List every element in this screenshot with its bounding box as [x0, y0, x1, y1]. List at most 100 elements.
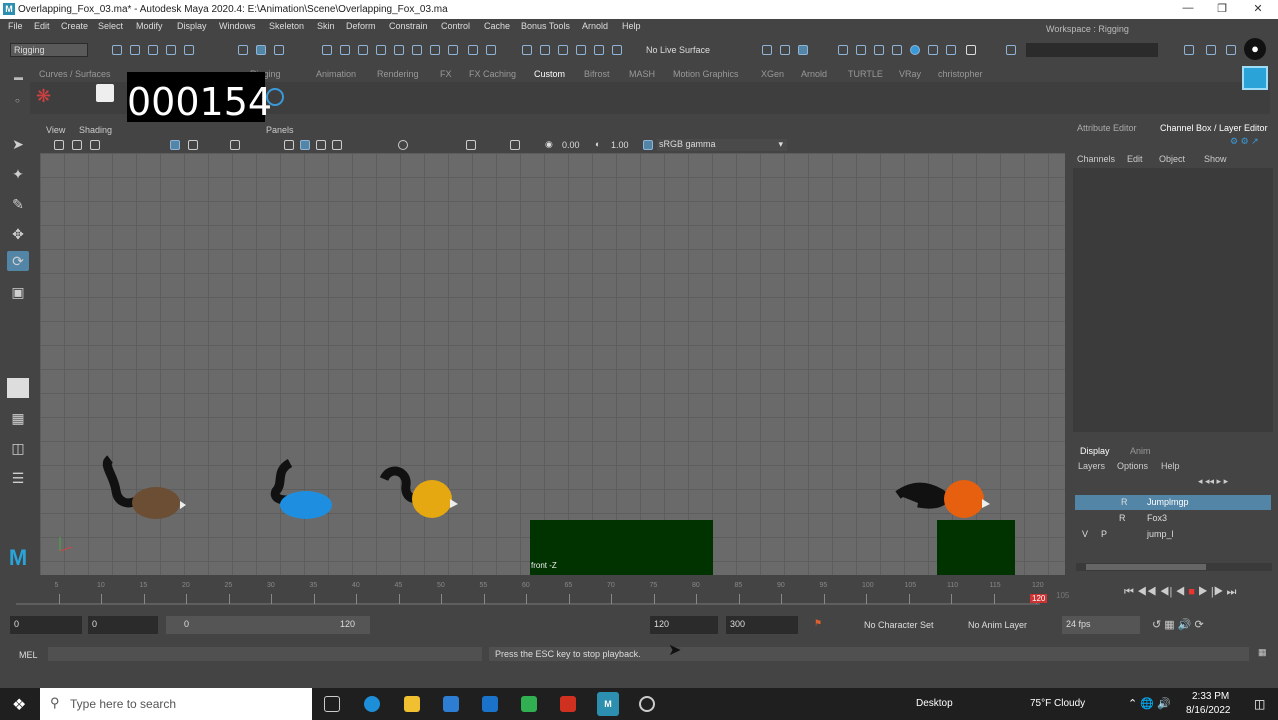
auto-key-icon[interactable]: ⚑: [814, 618, 822, 629]
pause-icon[interactable]: [966, 45, 976, 55]
layout-icon[interactable]: [1184, 45, 1194, 55]
menu-windows[interactable]: Windows: [219, 21, 256, 31]
snapshot-icon[interactable]: [1006, 45, 1016, 55]
mel-label[interactable]: MEL: [19, 650, 38, 660]
quick-search-field[interactable]: [1026, 43, 1158, 57]
shelf-tab-curves-surfaces[interactable]: Curves / Surfaces: [39, 69, 111, 79]
lasso-tool-icon[interactable]: ✦: [7, 164, 29, 184]
sidebar-toggle-icon[interactable]: [762, 45, 772, 55]
layer-menu-help[interactable]: Help: [1161, 461, 1180, 471]
snap-curve-icon[interactable]: [340, 45, 350, 55]
windows-start-icon[interactable]: ❖: [12, 695, 26, 715]
ground-block-center[interactable]: [530, 520, 713, 575]
menu-modify[interactable]: Modify: [136, 21, 163, 31]
select-tool-icon[interactable]: ➤: [7, 134, 29, 154]
scene-end-field[interactable]: 300: [726, 616, 798, 634]
gate-mask-icon[interactable]: [510, 140, 520, 150]
pin-icon[interactable]: ●: [1244, 38, 1266, 60]
select-component-icon[interactable]: [274, 45, 284, 55]
channel-list[interactable]: [1073, 168, 1273, 432]
menu-edit[interactable]: Edit: [34, 21, 50, 31]
live-surface-label[interactable]: No Live Surface: [646, 45, 710, 55]
render-settings-icon[interactable]: [892, 45, 902, 55]
redo-icon[interactable]: [184, 45, 194, 55]
menu-file[interactable]: File: [8, 21, 23, 31]
fox-brown[interactable]: [102, 455, 186, 519]
menu-display[interactable]: Display: [177, 21, 207, 31]
file-explorer-icon[interactable]: [404, 696, 420, 712]
maya-taskbar-icon[interactable]: M: [597, 692, 619, 716]
snap-surface-icon[interactable]: [394, 45, 404, 55]
film-gate-icon[interactable]: [188, 140, 198, 150]
anim-layer-dropdown[interactable]: No Anim Layer: [968, 620, 1027, 630]
shelf-tab-vray[interactable]: VRay: [899, 69, 921, 79]
layer-menu-options[interactable]: Options: [1117, 461, 1148, 471]
current-frame-marker[interactable]: 120: [1030, 594, 1048, 603]
time-slider[interactable]: 5 10 15 20 25 30 35 40 45 50 55 60 65 70 75 80 85 90 95 100…: [0, 580, 1278, 608]
lock-icon[interactable]: [468, 45, 478, 55]
inputs-icon[interactable]: [558, 45, 568, 55]
maximize-button[interactable]: ❐: [1212, 2, 1232, 16]
menu-set-dropdown[interactable]: Rigging: [10, 43, 88, 57]
layer-tab-display[interactable]: Display: [1080, 446, 1110, 456]
viewport-3d[interactable]: front -Z: [40, 153, 1065, 575]
shelf-gear-icon[interactable]: ○: [15, 96, 20, 105]
menu-control[interactable]: Control: [441, 21, 470, 31]
fox-orange[interactable]: [895, 480, 990, 518]
layer-row[interactable]: R Fox3: [1075, 511, 1271, 526]
render-view-icon[interactable]: [838, 45, 848, 55]
ipr-icon[interactable]: [612, 45, 622, 55]
fox-yellow[interactable]: [379, 466, 458, 518]
layer-v-flag[interactable]: V: [1082, 529, 1088, 539]
select-hierarchy-icon[interactable]: [238, 45, 248, 55]
move-tool-icon[interactable]: ✥: [7, 224, 29, 244]
grid-toggle-icon[interactable]: [170, 140, 180, 150]
shelf-menu-icon[interactable]: ▬: [14, 72, 23, 82]
shelf-tab-fx[interactable]: FX: [440, 69, 452, 79]
snap-view-icon[interactable]: [376, 45, 386, 55]
layer-scroll-thumb[interactable]: [1086, 564, 1206, 570]
move-icon[interactable]: [1206, 45, 1216, 55]
layer-r-flag[interactable]: R: [1121, 497, 1128, 507]
isolate-icon[interactable]: [466, 140, 476, 150]
snap-point-icon[interactable]: [358, 45, 368, 55]
menu-bonus-tools[interactable]: Bonus Tools: [521, 21, 570, 31]
layer-menu-layers[interactable]: Layers: [1078, 461, 1105, 471]
shelf-tab-fx-caching[interactable]: FX Caching: [469, 69, 516, 79]
menu-object[interactable]: Object: [1159, 154, 1185, 164]
save-scene-icon[interactable]: [148, 45, 158, 55]
edge-icon[interactable]: [364, 696, 380, 712]
tab-channel-box[interactable]: Channel Box / Layer Editor: [1160, 123, 1268, 133]
channel-box-toggle-icon[interactable]: [798, 45, 808, 55]
shelf-tab-christopher[interactable]: christopher: [938, 69, 983, 79]
panel-menu-panels[interactable]: Panels: [266, 125, 294, 135]
hypershade-icon[interactable]: [910, 45, 920, 55]
gamma-value[interactable]: 1.00: [611, 140, 629, 150]
construction-icon[interactable]: [576, 45, 586, 55]
paint-select-icon[interactable]: ✎: [7, 194, 29, 214]
menu-channels[interactable]: Channels: [1077, 154, 1115, 164]
minimize-button[interactable]: —: [1178, 2, 1198, 16]
undo-icon[interactable]: [166, 45, 176, 55]
symmetry-icon[interactable]: [486, 45, 496, 55]
character-set-dropdown[interactable]: No Character Set: [864, 620, 934, 630]
render-current-icon[interactable]: [856, 45, 866, 55]
four-view-icon[interactable]: ▦: [7, 408, 29, 428]
exposure-icon[interactable]: ◉: [545, 139, 553, 150]
smooth-shade-icon[interactable]: [300, 140, 310, 150]
fps-dropdown[interactable]: 24 fps: [1062, 616, 1140, 634]
shelf-tab-rendering[interactable]: Rendering: [377, 69, 419, 79]
menu-help[interactable]: Help: [622, 21, 641, 31]
menu-skeleton[interactable]: Skeleton: [269, 21, 304, 31]
panel-toggle-icon[interactable]: [780, 45, 790, 55]
color-management-icon[interactable]: [643, 140, 653, 150]
playback-controls[interactable]: ⏮ ◀◀ ◀| ◀ ■ ▶ |▶ ⏭: [1124, 586, 1236, 599]
menu-select[interactable]: Select: [98, 21, 123, 31]
camera-select-icon[interactable]: [54, 140, 64, 150]
snap-pivot-icon[interactable]: [448, 45, 458, 55]
shelf-tab-animation[interactable]: Animation: [316, 69, 356, 79]
menu-show[interactable]: Show: [1204, 154, 1227, 164]
fox-blue[interactable]: [270, 459, 332, 519]
snap-together-icon[interactable]: [1226, 45, 1236, 55]
render-icon[interactable]: [594, 45, 604, 55]
